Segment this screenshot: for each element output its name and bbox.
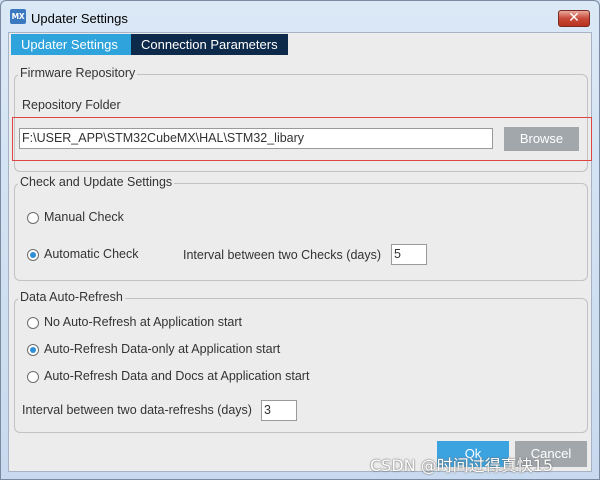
data-auto-refresh-legend: Data Auto-Refresh [18, 290, 125, 304]
csdn-watermark: CSDN @时间过得真快15 [370, 456, 554, 475]
no-auto-refresh-radio[interactable] [27, 317, 39, 329]
check-update-settings-group: Check and Update Settings [14, 175, 588, 281]
close-button[interactable]: ✕ [558, 10, 590, 27]
tab-connection-parameters[interactable]: Connection Parameters [131, 34, 288, 55]
check-interval-label: Interval between two Checks (days) [183, 248, 382, 262]
auto-refresh-data-only-radio[interactable] [27, 344, 39, 356]
manual-check-label[interactable]: Manual Check [44, 210, 124, 224]
repository-folder-input[interactable]: F:\USER_APP\STM32CubeMX\HAL\STM32_libary [19, 128, 493, 149]
title-bar[interactable]: MX Updater Settings ✕ [1, 1, 599, 31]
auto-refresh-data-docs-label[interactable]: Auto-Refresh Data and Docs at Applicatio… [44, 369, 309, 383]
dialog-content: Updater Settings Connection Parameters F… [8, 32, 592, 472]
repository-folder-label: Repository Folder [22, 98, 121, 112]
firmware-repository-legend: Firmware Repository [18, 66, 138, 80]
automatic-check-radio[interactable] [27, 249, 39, 261]
refresh-interval-input[interactable]: 3 [261, 400, 297, 421]
check-update-legend: Check and Update Settings [18, 175, 175, 189]
stm32cubemx-app-icon: MX [10, 9, 26, 24]
window-title: Updater Settings [31, 11, 128, 26]
tab-updater-settings[interactable]: Updater Settings [11, 34, 131, 55]
auto-refresh-data-docs-radio[interactable] [27, 371, 39, 383]
browse-button[interactable]: Browse [504, 127, 579, 151]
check-interval-input[interactable]: 5 [391, 244, 427, 265]
close-icon: ✕ [568, 10, 580, 26]
automatic-check-label[interactable]: Automatic Check [44, 247, 138, 261]
manual-check-radio[interactable] [27, 212, 39, 224]
refresh-interval-label: Interval between two data-refreshs (days… [22, 403, 252, 417]
auto-refresh-data-only-label[interactable]: Auto-Refresh Data-only at Application st… [44, 342, 280, 356]
no-auto-refresh-label[interactable]: No Auto-Refresh at Application start [44, 315, 242, 329]
updater-settings-window: MX Updater Settings ✕ Updater Settings C… [0, 0, 600, 480]
